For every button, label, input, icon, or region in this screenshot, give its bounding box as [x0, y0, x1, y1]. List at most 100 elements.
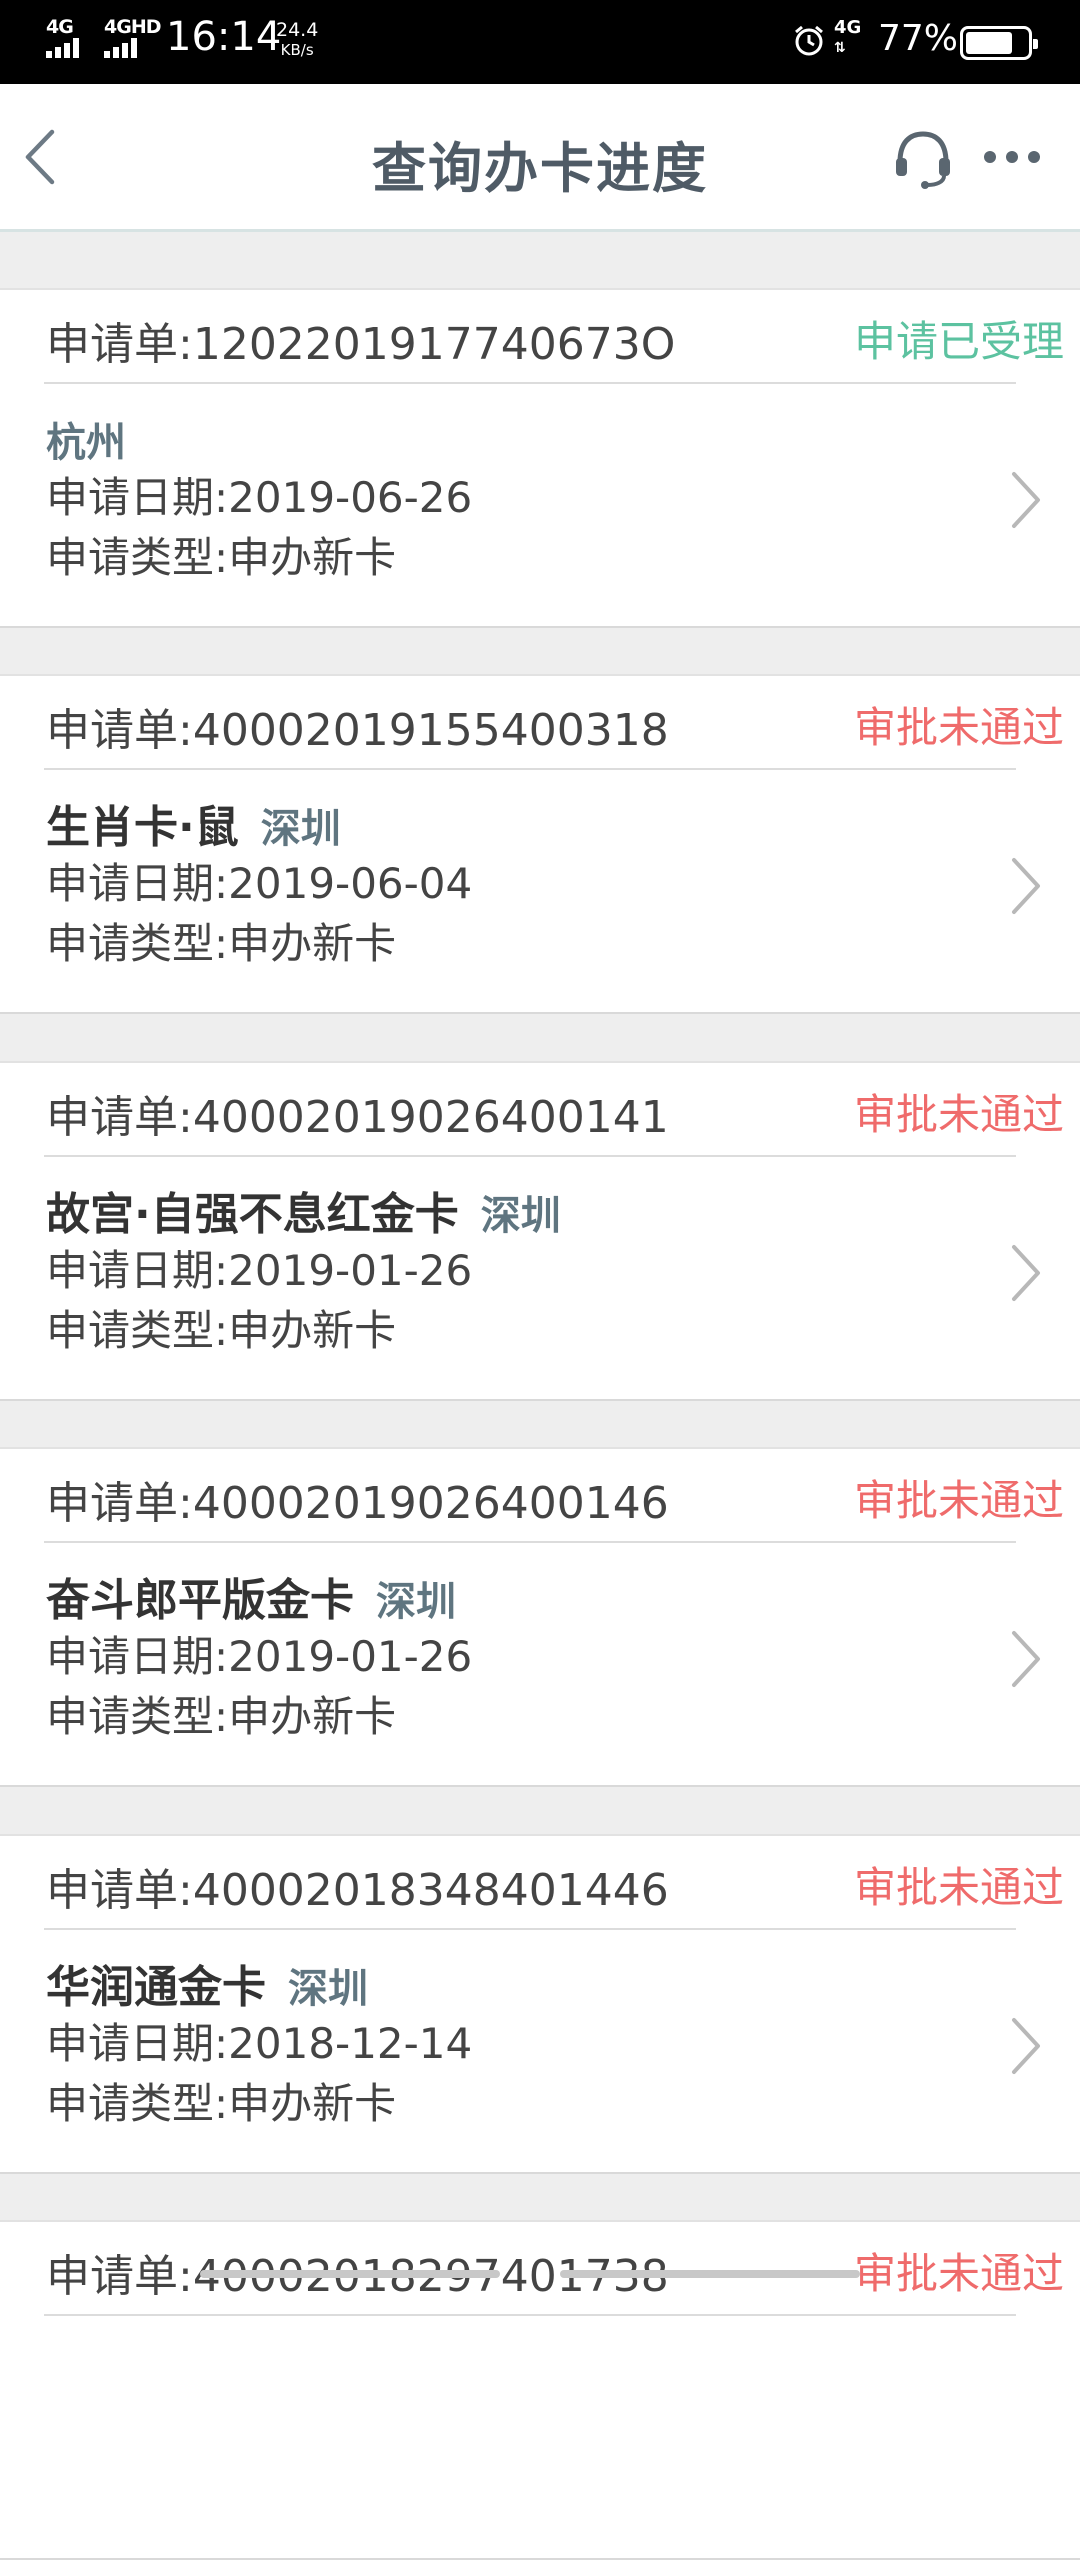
application-number-value: 40002019026400141 [192, 1092, 669, 1143]
application-date-value: 2019-06-04 [228, 859, 473, 908]
application-date-label: 申请日期: [46, 859, 229, 908]
scroll-indicator [140, 2270, 940, 2280]
card-body: 华润通金卡 深圳 申请日期:2018-12-14 申请类型:申办新卡 [46, 1962, 980, 2134]
application-number-value: 40002019026400146 [192, 1478, 669, 1529]
network-type-label-2: 4GHD [104, 16, 161, 38]
application-date-label: 申请日期: [46, 2019, 229, 2068]
status-label: 审批未通过 [853, 1476, 1064, 1525]
card-title: 奋斗郎平版金卡 深圳 [46, 1575, 980, 1627]
chevron-right-icon [1012, 2018, 1040, 2074]
application-card[interactable]: 申请单:40002019026400141 审批未通过 故宫·自强不息红金卡 深圳… [0, 1061, 1080, 1401]
card-name: 奋斗郎平版金卡 [46, 1575, 354, 1626]
application-date-label: 申请日期: [46, 473, 229, 522]
application-number-label: 申请单: [46, 1092, 193, 1143]
card-title: 杭州 [46, 416, 980, 468]
battery-icon [960, 26, 1038, 60]
application-date-value: 2018-12-14 [228, 2019, 473, 2068]
headset-icon[interactable] [892, 128, 954, 190]
status-label: 审批未通过 [853, 703, 1064, 752]
application-number: 申请单:40002018348401446 [46, 1854, 669, 1918]
application-type-label: 申请类型: [46, 919, 229, 968]
application-number-label: 申请单: [46, 319, 193, 370]
application-date: 申请日期:2018-12-14 [46, 2014, 980, 2074]
network-indicator: 4G ⇅ [834, 18, 861, 58]
data-activity-icon: ⇅ [834, 40, 846, 56]
network-speed-unit: KB/s [280, 41, 314, 59]
application-type: 申请类型:申办新卡 [46, 914, 980, 974]
card-body: 生肖卡·鼠 深圳 申请日期:2019-06-04 申请类型:申办新卡 [46, 802, 980, 974]
application-number: 申请单:1202201917740673O [46, 308, 675, 372]
application-type-value: 申办新卡 [228, 1306, 397, 1355]
network-speed: 24.4 KB/s [276, 20, 318, 60]
application-type-value: 申办新卡 [228, 533, 397, 582]
application-number-value: 40002019155400318 [192, 705, 669, 756]
battery-percent: 77% [878, 18, 959, 59]
card-city: 杭州 [46, 420, 126, 466]
application-date: 申请日期:2019-06-26 [46, 468, 980, 528]
card-title: 华润通金卡 深圳 [46, 1962, 980, 2014]
application-number-value: 40002018348401446 [192, 1865, 669, 1916]
application-type: 申请类型:申办新卡 [46, 2074, 980, 2134]
chevron-right-icon [1012, 1245, 1040, 1301]
application-date-label: 申请日期: [46, 1632, 229, 1681]
network-type-label: 4G [46, 16, 74, 38]
card-body: 奋斗郎平版金卡 深圳 申请日期:2019-01-26 申请类型:申办新卡 [46, 1575, 980, 1747]
application-card[interactable]: 申请单:40002018348401446 审批未通过 华润通金卡 深圳 申请日期… [0, 1834, 1080, 2174]
application-number-label: 申请单: [46, 705, 193, 756]
application-type-label: 申请类型: [46, 2079, 229, 2128]
application-card[interactable]: 申请单:1202201917740673O 申请已受理 杭州 申请日期:2019… [0, 288, 1080, 628]
status-label: 申请已受理 [853, 317, 1064, 366]
application-number-label: 申请单: [46, 1865, 193, 1916]
application-type-value: 申办新卡 [228, 919, 397, 968]
application-type-label: 申请类型: [46, 533, 229, 582]
application-card[interactable]: 申请单:40002019026400146 审批未通过 奋斗郎平版金卡 深圳 申请… [0, 1447, 1080, 1787]
cellular-signal-icon-2: 4GHD [104, 16, 161, 60]
application-number-label: 申请单: [46, 1478, 193, 1529]
application-type-value: 申办新卡 [228, 1692, 397, 1741]
card-header: 申请单:40002018348401446 审批未通过 [44, 1836, 1064, 1930]
card-name: 生肖卡·鼠 [46, 802, 239, 853]
chevron-right-icon [1012, 858, 1040, 914]
card-body: 故宫·自强不息红金卡 深圳 申请日期:2019-01-26 申请类型:申办新卡 [46, 1189, 980, 1361]
card-name: 华润通金卡 [46, 1962, 266, 2013]
application-card[interactable]: 申请单:40002019155400318 审批未通过 生肖卡·鼠 深圳 申请日期… [0, 674, 1080, 1014]
card-title: 故宫·自强不息红金卡 深圳 [46, 1189, 980, 1241]
application-date-value: 2019-06-26 [228, 473, 473, 522]
navigation-bar: 查询办卡进度 [0, 84, 1080, 232]
status-label: 审批未通过 [853, 1090, 1064, 1139]
card-name: 故宫·自强不息红金卡 [46, 1189, 459, 1240]
card-header: 申请单:40002019155400318 审批未通过 [44, 676, 1064, 770]
card-header: 申请单:1202201917740673O 申请已受理 [44, 290, 1064, 384]
application-date: 申请日期:2019-01-26 [46, 1627, 980, 1687]
application-date: 申请日期:2019-06-04 [46, 854, 980, 914]
status-bar: 4G 4GHD 16:14 24.4 KB/s 4G ⇅ 77% [0, 0, 1080, 84]
application-type-value: 申办新卡 [228, 2079, 397, 2128]
application-number-value: 1202201917740673O [192, 319, 676, 370]
application-number: 申请单:40002019026400141 [46, 1081, 669, 1145]
application-type-label: 申请类型: [46, 1692, 229, 1741]
application-type: 申请类型:申办新卡 [46, 528, 980, 588]
card-header: 申请单:40002019026400141 审批未通过 [44, 1063, 1064, 1157]
more-icon[interactable] [982, 142, 1042, 172]
network-indicator-label: 4G [834, 17, 862, 38]
card-city: 深圳 [260, 806, 341, 852]
application-type: 申请类型:申办新卡 [46, 1301, 980, 1361]
application-date-value: 2019-01-26 [228, 1246, 473, 1295]
application-number: 申请单:40002019026400146 [46, 1467, 669, 1531]
card-body: 杭州 申请日期:2019-06-26 申请类型:申办新卡 [46, 416, 980, 588]
card-header: 申请单:40002019026400146 审批未通过 [44, 1449, 1064, 1543]
chevron-right-icon [1012, 472, 1040, 528]
card-title: 生肖卡·鼠 深圳 [46, 802, 980, 854]
alarm-clock-icon [795, 25, 823, 56]
application-date-label: 申请日期: [46, 1246, 229, 1295]
application-type: 申请类型:申办新卡 [46, 1687, 980, 1747]
card-header: 申请单:40002018297401738 审批未通过 [44, 2222, 1064, 2316]
card-city: 深圳 [288, 1966, 368, 2012]
chevron-right-icon [1012, 1631, 1040, 1687]
application-number: 申请单:40002019155400318 [46, 694, 669, 758]
application-date: 申请日期:2019-01-26 [46, 1241, 980, 1301]
status-label: 审批未通过 [853, 1863, 1064, 1912]
network-speed-value: 24.4 [276, 19, 319, 41]
card-city: 深圳 [376, 1579, 456, 1625]
application-type-label: 申请类型: [46, 1306, 229, 1355]
